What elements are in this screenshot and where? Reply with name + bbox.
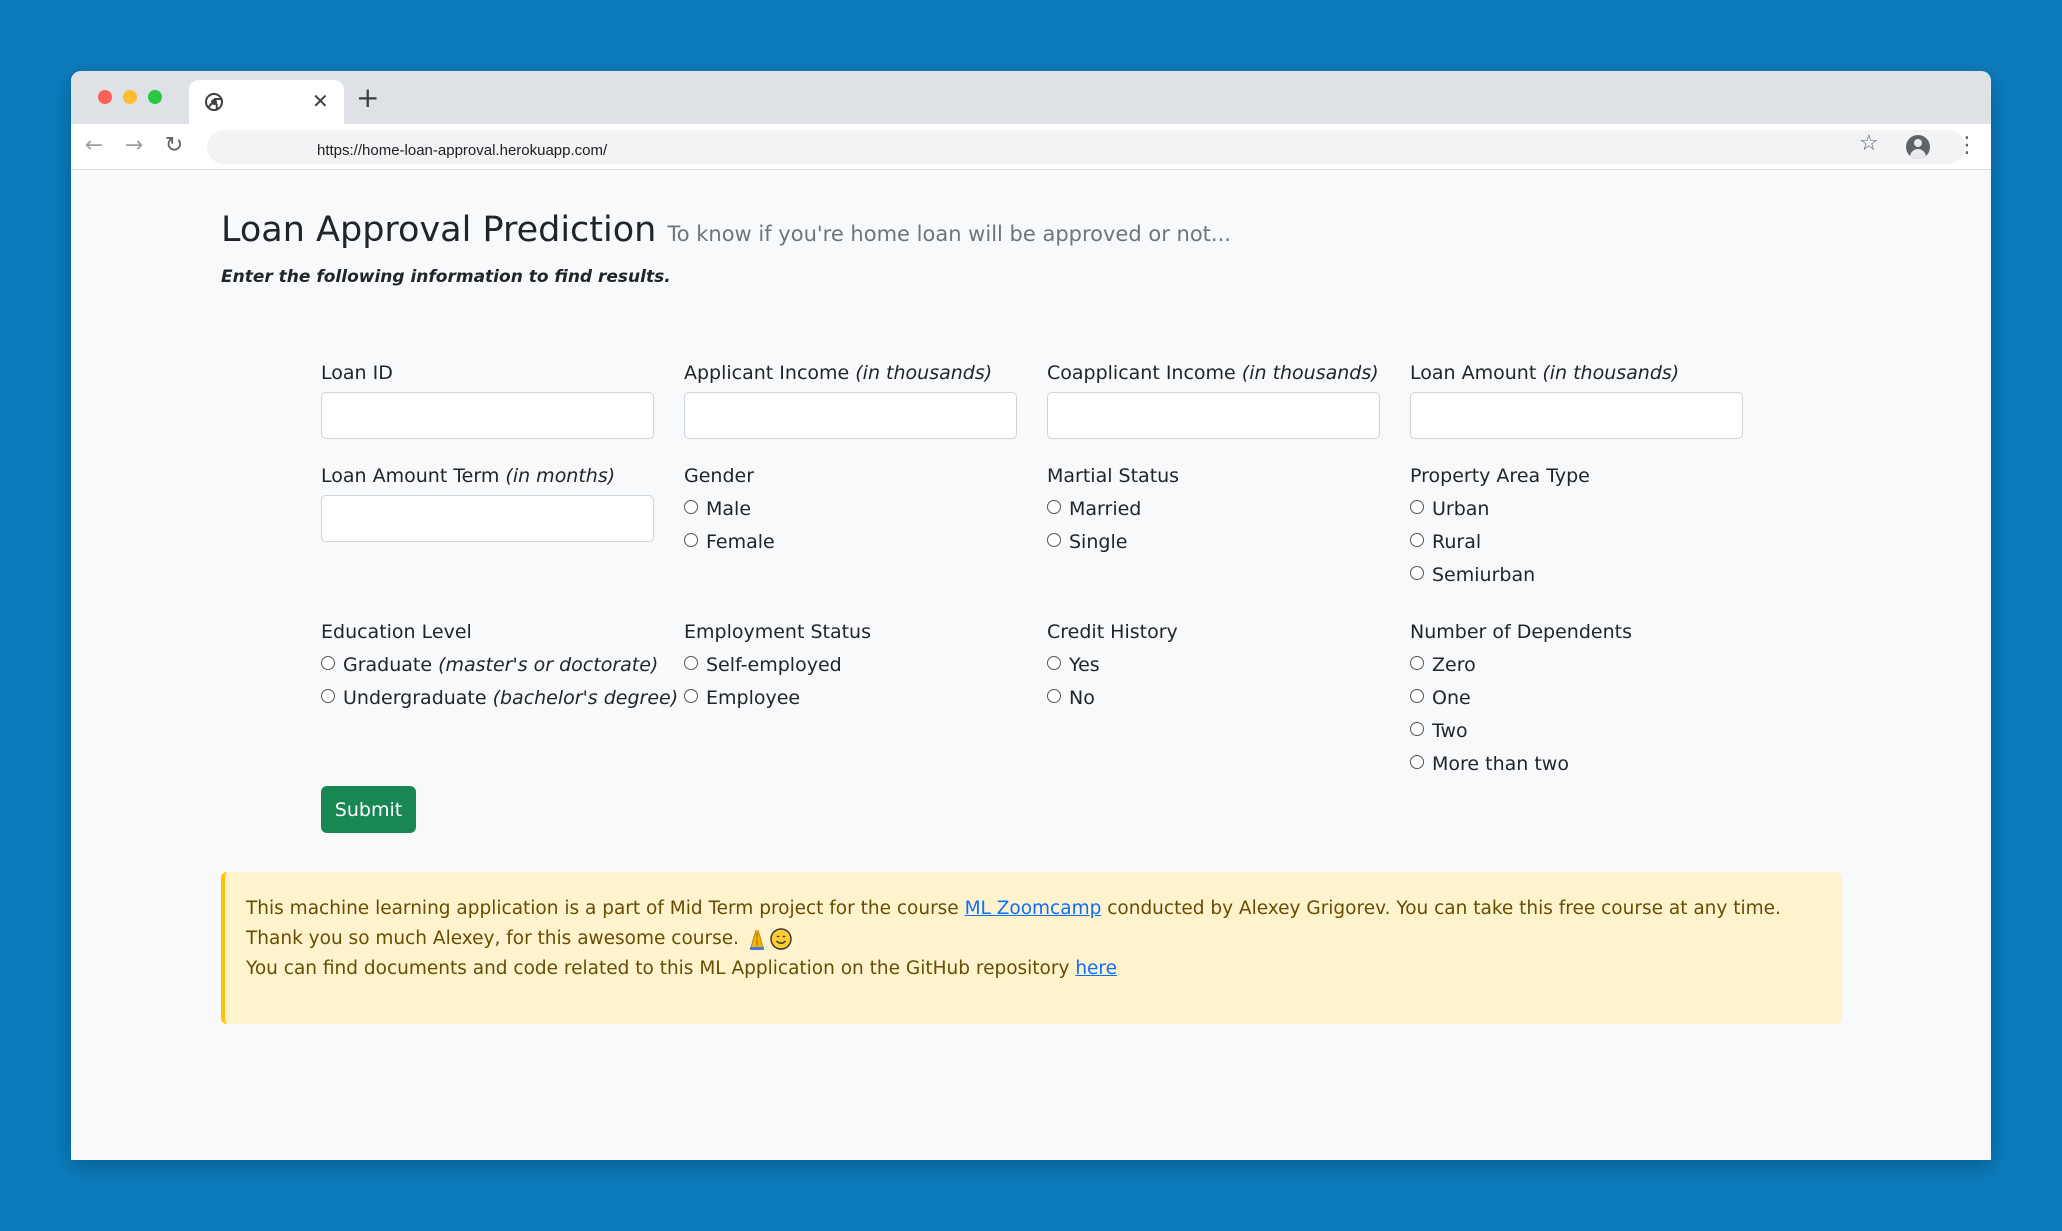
employment-label: Employment Status [684,621,871,643]
gender-label: Gender [684,465,755,487]
bookmark-star-icon[interactable]: ☆ [1859,131,1879,156]
folded-hands-icon [749,929,764,950]
employment-option-self-employed[interactable]: Self-employed [684,654,842,676]
applicant-income-label: Applicant Income (in thousands) [684,362,993,384]
instruction-text: Enter the following information to find … [221,267,671,287]
coapplicant-income-input[interactable] [1047,392,1380,439]
applicant-income-input[interactable] [684,392,1017,439]
marital-status-label: Martial Status [1047,465,1180,487]
radio-button[interactable] [1410,689,1424,703]
dependents-option-one[interactable]: One [1410,687,1471,709]
new-tab-button[interactable]: + [356,82,379,114]
dependents-label: Number of Dependents [1410,621,1632,643]
back-arrow-icon[interactable]: ← [81,133,107,159]
address-bar[interactable]: https://home-loan-approval.herokuapp.com… [207,130,1965,164]
loan-term-label: Loan Amount Term (in months) [321,465,616,487]
radio-button[interactable] [1410,533,1424,547]
radio-button[interactable] [1410,755,1424,769]
loan-amount-label: Loan Amount (in thousands) [1410,362,1680,384]
radio-button[interactable] [1047,656,1061,670]
more-menu-icon[interactable]: ⋮ [1956,133,1978,159]
coapplicant-income-label: Coapplicant Income (in thousands) [1047,362,1379,384]
gender-option-female[interactable]: Female [684,531,775,553]
radio-button[interactable] [1410,722,1424,736]
education-option-undergraduate[interactable]: Undergraduate (bachelor's degree) [321,687,678,709]
property-option-urban[interactable]: Urban [1410,498,1489,520]
education-label: Education Level [321,621,472,643]
browser-tab[interactable]: ✕ [189,80,344,124]
radio-button[interactable] [1047,533,1061,547]
credit-option-yes[interactable]: Yes [1047,654,1100,676]
loan-id-input[interactable] [321,392,654,439]
submit-button[interactable]: Submit [321,786,416,833]
ml-zoomcamp-link[interactable]: ML Zoomcamp [965,898,1102,919]
radio-button[interactable] [684,533,698,547]
page-title: Loan Approval Prediction [221,210,657,250]
radio-button[interactable] [1047,500,1061,514]
page-header: Loan Approval Prediction To know if you'… [221,210,1231,250]
minimize-window-button[interactable] [123,90,137,104]
browser-window: ✕ + ← → ↻ https://home-loan-approval.her… [71,71,1991,1160]
loan-id-label: Loan ID [321,362,393,384]
tab-close-icon[interactable]: ✕ [312,89,329,113]
property-option-rural[interactable]: Rural [1410,531,1481,553]
marital-option-single[interactable]: Single [1047,531,1127,553]
radio-button[interactable] [1410,656,1424,670]
page-subtitle: To know if you're home loan will be appr… [667,222,1231,246]
github-repo-link[interactable]: here [1075,958,1117,979]
radio-button[interactable] [1047,689,1061,703]
credit-history-label: Credit History [1047,621,1178,643]
radio-button[interactable] [321,689,335,703]
info-alert: This machine learning application is a p… [221,872,1842,1024]
radio-button[interactable] [1410,566,1424,580]
browser-toolbar: ← → ↻ https://home-loan-approval.herokua… [71,124,1991,170]
property-area-label: Property Area Type [1410,465,1590,487]
dependents-option-two[interactable]: Two [1410,720,1468,742]
marital-option-married[interactable]: Married [1047,498,1141,520]
smiling-face-icon [770,928,792,950]
loan-amount-input[interactable] [1410,392,1743,439]
url-text[interactable]: https://home-loan-approval.herokuapp.com… [317,142,607,159]
radio-button[interactable] [684,656,698,670]
radio-button[interactable] [321,656,335,670]
reload-icon[interactable]: ↻ [161,133,187,159]
radio-button[interactable] [1410,500,1424,514]
property-option-semiurban[interactable]: Semiurban [1410,564,1535,586]
forward-arrow-icon[interactable]: → [121,133,147,159]
radio-button[interactable] [684,500,698,514]
profile-avatar-icon[interactable] [1906,135,1930,159]
close-window-button[interactable] [98,90,112,104]
dependents-option-more-than-two[interactable]: More than two [1410,753,1569,775]
tab-bar: ✕ + [71,71,1991,124]
maximize-window-button[interactable] [148,90,162,104]
page-content: Loan Approval Prediction To know if you'… [71,170,1991,1160]
gender-option-male[interactable]: Male [684,498,751,520]
credit-option-no[interactable]: No [1047,687,1095,709]
radio-button[interactable] [684,689,698,703]
loan-term-input[interactable] [321,495,654,542]
dependents-option-zero[interactable]: Zero [1410,654,1476,676]
chrome-icon [205,93,223,111]
employment-option-employee[interactable]: Employee [684,687,800,709]
education-option-graduate[interactable]: Graduate (master's or doctorate) [321,654,658,676]
